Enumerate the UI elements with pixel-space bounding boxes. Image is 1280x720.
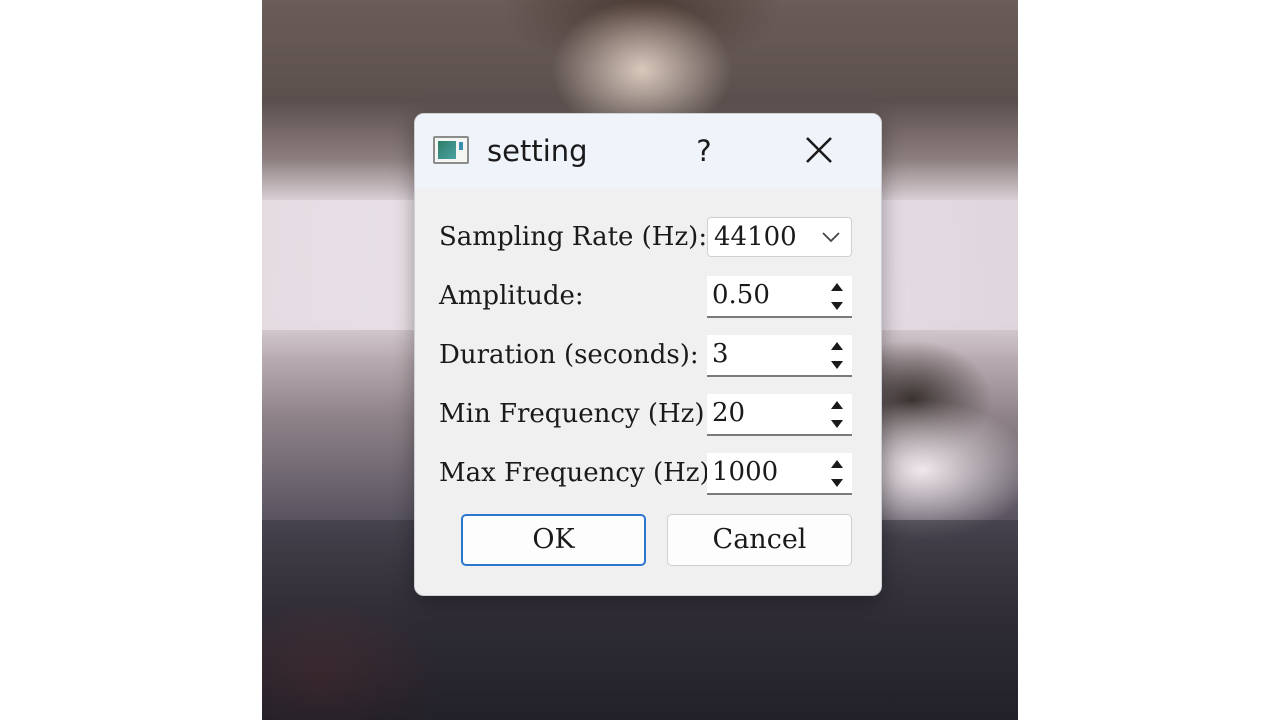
max-frequency-spinbox[interactable]: 1000 [707,453,852,495]
amplitude-value: 0.50 [712,280,770,310]
amplitude-stepper [826,278,848,314]
min-frequency-spinbox[interactable]: 20 [707,394,852,436]
dialog-title: setting [487,134,588,168]
increment-icon[interactable] [826,455,848,472]
min-frequency-value: 20 [712,398,746,428]
cancel-button[interactable]: Cancel [667,514,852,566]
amplitude-spinbox[interactable]: 0.50 [707,276,852,318]
increment-icon[interactable] [826,278,848,295]
ok-button[interactable]: OK [461,514,646,566]
chevron-down-icon [822,232,840,243]
decrement-icon[interactable] [826,474,848,491]
max-frequency-label: Max Frequency (Hz): [439,458,719,488]
decrement-icon[interactable] [826,415,848,432]
increment-icon[interactable] [826,337,848,354]
setting-dialog: setting ? Sampling Rate (Hz): 44100 Ampl… [414,113,882,596]
close-icon [806,137,832,163]
sampling-rate-label: Sampling Rate (Hz): [439,222,708,252]
help-button[interactable]: ? [687,132,721,170]
sampling-rate-combobox[interactable]: 44100 [707,217,852,257]
amplitude-label: Amplitude: [439,281,584,311]
sampling-rate-value: 44100 [714,222,797,252]
title-bar[interactable]: setting ? [415,114,881,188]
increment-icon[interactable] [826,396,848,413]
min-frequency-stepper [826,396,848,432]
decrement-icon[interactable] [826,356,848,373]
max-frequency-value: 1000 [712,457,779,487]
duration-label: Duration (seconds): [439,340,699,370]
close-button[interactable] [799,130,839,170]
decrement-icon[interactable] [826,297,848,314]
app-window-icon [433,136,469,164]
duration-stepper [826,337,848,373]
duration-spinbox[interactable]: 3 [707,335,852,377]
max-frequency-stepper [826,455,848,491]
min-frequency-label: Min Frequency (Hz): [439,399,714,429]
duration-value: 3 [712,339,729,369]
